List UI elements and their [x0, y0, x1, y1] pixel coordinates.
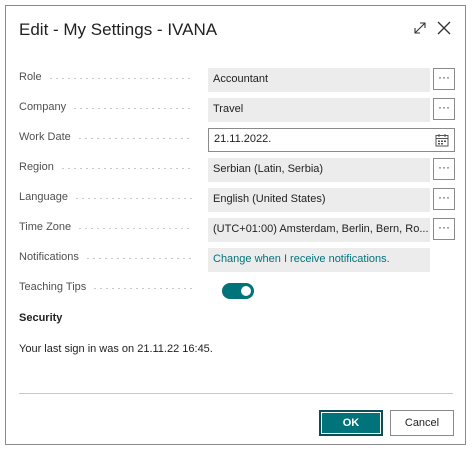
- language-label: Language: [19, 191, 199, 203]
- work-date-label: Work Date: [19, 131, 199, 143]
- security-heading: Security: [19, 312, 63, 324]
- company-row: Company Travel ···: [19, 98, 455, 122]
- toggle-knob: [241, 286, 251, 296]
- expand-icon[interactable]: [410, 18, 430, 38]
- teaching-tips-row: Teaching Tips: [19, 278, 455, 302]
- language-more-button[interactable]: ···: [433, 188, 455, 210]
- role-more-button[interactable]: ···: [433, 68, 455, 90]
- notifications-row: Notifications Change when I receive noti…: [19, 248, 455, 272]
- close-icon[interactable]: [434, 18, 454, 38]
- cancel-button[interactable]: Cancel: [390, 410, 454, 436]
- role-field[interactable]: Accountant: [208, 68, 430, 92]
- dialog-title: Edit - My Settings - IVANA: [19, 20, 218, 39]
- time-zone-more-button[interactable]: ···: [433, 218, 455, 240]
- language-field[interactable]: English (United States): [208, 188, 430, 212]
- teaching-tips-toggle[interactable]: [222, 283, 254, 299]
- company-more-button[interactable]: ···: [433, 98, 455, 120]
- region-more-button[interactable]: ···: [433, 158, 455, 180]
- time-zone-field[interactable]: (UTC+01:00) Amsterdam, Berlin, Bern, Ro.…: [208, 218, 430, 242]
- company-label: Company: [19, 101, 199, 113]
- teaching-tips-label: Teaching Tips: [19, 281, 199, 293]
- work-date-row: Work Date 21.11.2022.: [19, 128, 455, 152]
- notifications-link[interactable]: Change when I receive notifications.: [213, 253, 390, 265]
- region-field[interactable]: Serbian (Latin, Serbia): [208, 158, 430, 182]
- settings-dialog: Edit - My Settings - IVANA Role Accounta…: [5, 5, 466, 445]
- time-zone-label: Time Zone: [19, 221, 199, 233]
- region-row: Region Serbian (Latin, Serbia) ···: [19, 158, 455, 182]
- last-sign-in-text: Your last sign in was on 21.11.22 16:45.: [19, 343, 213, 355]
- role-row: Role Accountant ···: [19, 68, 455, 92]
- notifications-label: Notifications: [19, 251, 199, 263]
- notifications-field: Change when I receive notifications.: [208, 248, 430, 272]
- work-date-value: 21.11.2022.: [214, 133, 272, 145]
- role-label: Role: [19, 71, 199, 83]
- ok-button[interactable]: OK: [319, 410, 383, 436]
- language-row: Language English (United States) ···: [19, 188, 455, 212]
- footer-divider: [19, 393, 453, 394]
- company-field[interactable]: Travel: [208, 98, 430, 122]
- region-label: Region: [19, 161, 199, 173]
- time-zone-row: Time Zone (UTC+01:00) Amsterdam, Berlin,…: [19, 218, 455, 242]
- calendar-icon[interactable]: [435, 133, 449, 147]
- work-date-field[interactable]: 21.11.2022.: [208, 128, 455, 152]
